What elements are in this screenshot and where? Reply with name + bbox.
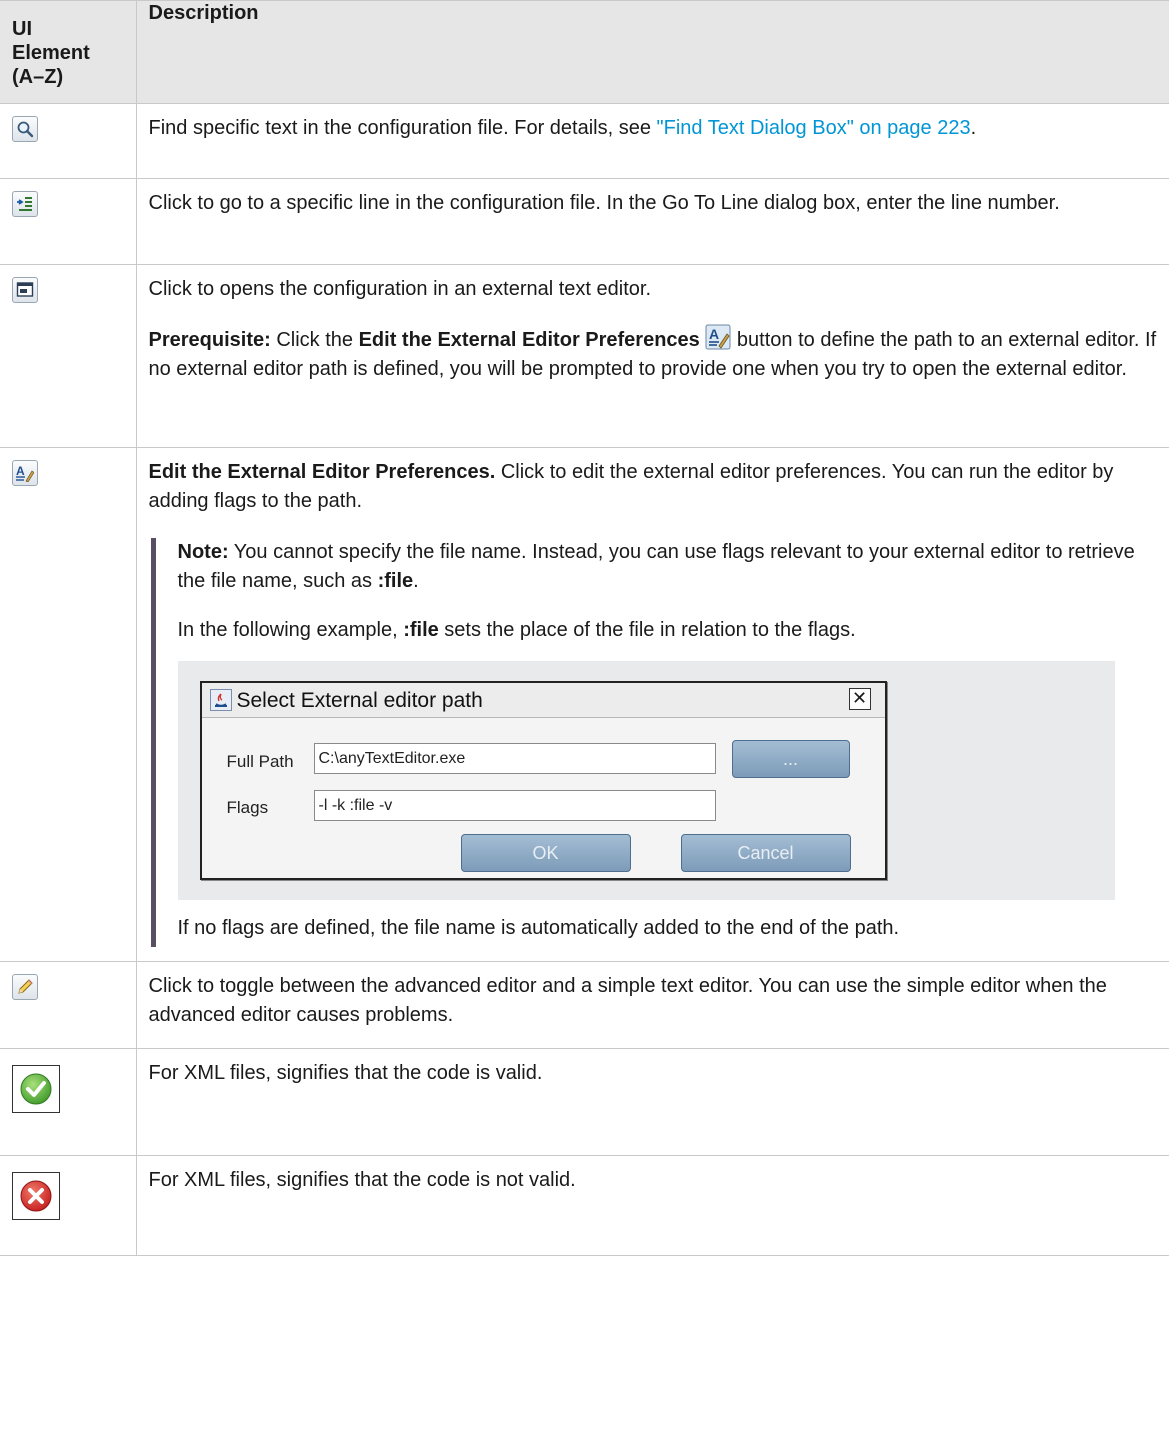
note-text: You cannot specify the file name. Instea… [177, 541, 1135, 592]
description-cell: Click to opens the configuration in an e… [135, 264, 1169, 448]
pencil-icon [12, 973, 38, 1000]
example-text-end: sets the place of the file in relation t… [438, 619, 856, 641]
ok-button[interactable]: OK [460, 834, 631, 872]
description-cell: For XML files, signifies that the code i… [135, 1048, 1169, 1156]
prerequisite-paragraph: Prerequisite: Click the Edit the Externa… [149, 324, 1158, 384]
table-row: Find specific text in the configuration … [0, 103, 1169, 179]
full-path-field[interactable]: C:\anyTextEditor.exe [313, 743, 716, 774]
row-bold: Edit the External Editor Preferences. [148, 461, 496, 483]
note-label: Note: [177, 541, 229, 563]
table-row: A Edit the External Editor Preferences. … [0, 447, 1169, 962]
svg-text:A: A [16, 464, 25, 478]
table-header-row: UI Element (A–Z) Description [0, 0, 1169, 104]
example-code: :file [403, 619, 439, 641]
note-block: Note: You cannot specify the file name. … [150, 538, 1158, 947]
edit-preferences-icon: A [705, 324, 731, 350]
icon-cell [0, 961, 137, 1049]
icon-cell [0, 1155, 137, 1256]
header-description: Description [135, 0, 1169, 104]
go-to-line-icon [12, 190, 38, 217]
example-text: In the following example, [177, 619, 404, 641]
table-row: For XML files, signifies that the code i… [0, 1155, 1169, 1256]
edit-preferences-icon: A [12, 459, 38, 486]
description-cell: Find specific text in the configuration … [135, 103, 1169, 179]
java-icon [209, 689, 232, 711]
example-paragraph: In the following example, :file sets the… [178, 616, 1158, 645]
description-cell: Click to go to a specific line in the co… [135, 178, 1169, 265]
valid-check-icon [12, 1065, 60, 1113]
prerequisite-text: Click the [270, 329, 359, 351]
table-row: Click to opens the configuration in an e… [0, 264, 1169, 448]
prerequisite-label: Prerequisite: [148, 329, 271, 351]
row-text: Edit the External Editor Preferences. Cl… [149, 458, 1158, 516]
header-line-1: UI [12, 18, 32, 40]
close-button[interactable]: ✕ [848, 688, 871, 710]
description-cell: For XML files, signifies that the code i… [135, 1155, 1169, 1256]
row-text: Find specific text in the configuration … [148, 117, 657, 139]
dialog-title: Select External editor path [236, 688, 483, 712]
cancel-button[interactable]: Cancel [680, 834, 851, 872]
find-text-icon [12, 115, 38, 142]
icon-cell [0, 1048, 137, 1156]
flags-label: Flags [226, 798, 269, 817]
description-cell: Click to toggle between the advanced edi… [135, 961, 1169, 1049]
header-line-3: (A–Z) [12, 66, 64, 88]
table-row: Click to go to a specific line in the co… [0, 178, 1169, 265]
table-row: Click to toggle between the advanced edi… [0, 961, 1169, 1049]
note-code: :file [377, 570, 414, 592]
full-path-label: Full Path [226, 752, 294, 771]
table-row: For XML files, signifies that the code i… [0, 1048, 1169, 1156]
browse-button[interactable]: ... [731, 740, 850, 778]
row-text: Click to opens the configuration in an e… [148, 278, 652, 300]
find-text-dialog-link[interactable]: "Find Text Dialog Box" on page 223 [657, 117, 971, 139]
dialog-screenshot: Select External editor path ✕ Full Path … [177, 661, 1115, 900]
invalid-x-icon [12, 1172, 60, 1220]
icon-cell: A [0, 447, 137, 962]
description-cell: Edit the External Editor Preferences. Cl… [135, 447, 1169, 962]
header-ui-element: UI Element (A–Z) [0, 0, 137, 104]
after-dialog-text: If no flags are defined, the file name i… [177, 917, 900, 939]
row-text-end: . [970, 117, 977, 139]
prerequisite-bold: Edit the External Editor Preferences [358, 329, 700, 351]
ui-elements-table: UI Element (A–Z) Description Find specif… [0, 0, 1169, 1256]
external-editor-icon [12, 276, 38, 303]
svg-text:A: A [709, 326, 719, 342]
icon-cell [0, 178, 137, 265]
select-editor-dialog: Select External editor path ✕ Full Path … [199, 681, 887, 880]
dialog-body: Full Path C:\anyTextEditor.exe ... Flags… [202, 718, 885, 878]
dialog-titlebar: Select External editor path ✕ [201, 683, 885, 718]
flags-field[interactable]: -l -k :file -v [313, 790, 716, 821]
note-end: . [413, 570, 419, 592]
note-paragraph: Note: You cannot specify the file name. … [178, 538, 1158, 596]
icon-cell [0, 103, 137, 179]
header-line-2: Element [12, 42, 90, 64]
icon-cell [0, 264, 137, 448]
